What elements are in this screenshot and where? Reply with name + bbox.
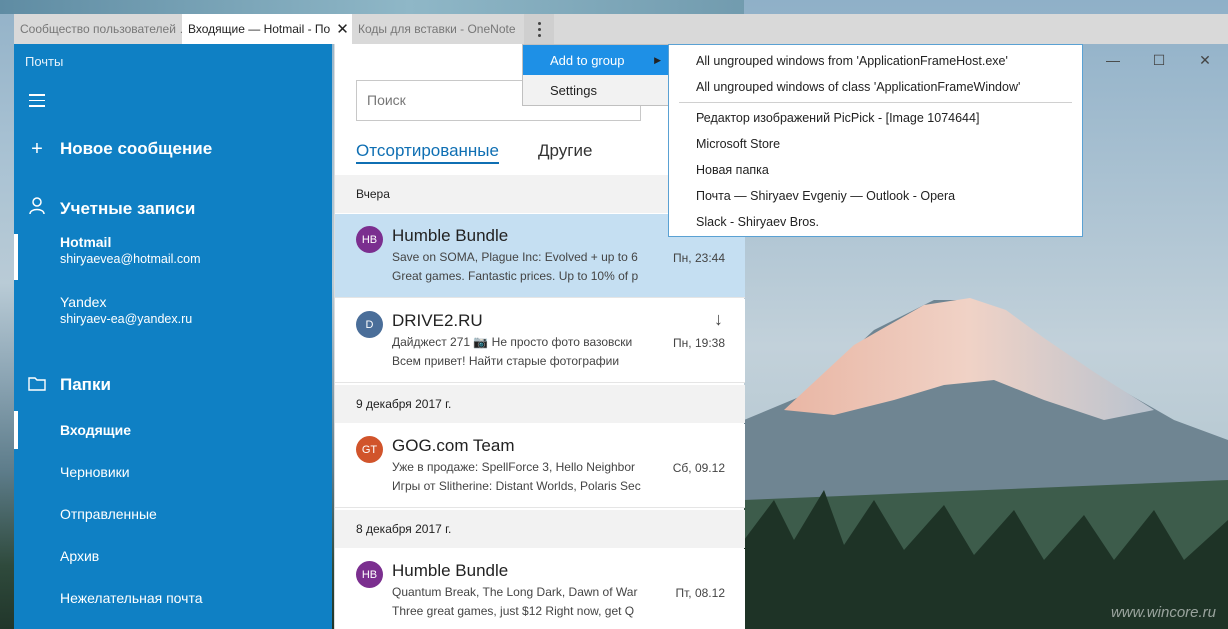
avatar: HB [356, 226, 383, 253]
account-hotmail[interactable]: Hotmail shiryaevea@hotmail.com [14, 234, 332, 280]
account-yandex[interactable]: Yandex shiryaev-ea@yandex.ru [14, 294, 332, 340]
message-date: Пн, 19:38 [673, 336, 725, 350]
menu-separator [679, 102, 1072, 103]
message-preview: Всем привет! Найти старые фотографии [392, 354, 620, 368]
watermark: www.wincore.ru [1110, 604, 1216, 621]
tab-onenote[interactable]: Коды для вставки - OneNote [352, 14, 524, 44]
message-item[interactable]: D DRIVE2.RU ↓ Дайджест 271 📷 Не просто ф… [335, 299, 745, 383]
account-email: shiryaev-ea@yandex.ru [60, 312, 193, 326]
more-options-icon[interactable] [524, 14, 554, 44]
avatar: D [356, 311, 383, 338]
accounts-label: Учетные записи [60, 199, 196, 218]
tab-inbox-hotmail[interactable]: Входящие — Hotmail - По ✕ [182, 14, 352, 44]
message-subject: Дайджест 271 📷 Не просто фото вазовски [392, 335, 633, 349]
hamburger-menu-icon[interactable] [29, 94, 45, 111]
account-name: Hotmail [60, 234, 112, 250]
date-group-header: 9 декабря 2017 г. [335, 385, 745, 423]
plus-icon: + [31, 137, 43, 160]
message-preview: Игры от Slitherine: Distant Worlds, Pola… [392, 479, 641, 493]
menu-item-label: Add to group [550, 52, 625, 68]
folder-junk[interactable]: Нежелательная почта [14, 579, 332, 617]
folder-sent[interactable]: Отправленные [14, 495, 332, 533]
message-sender: DRIVE2.RU [392, 311, 483, 330]
sidebar: Почты + Новое сообщение Учетные записи H… [14, 44, 332, 629]
minimize-icon[interactable]: — [1090, 44, 1136, 76]
account-email: shiryaevea@hotmail.com [60, 252, 201, 266]
message-date: Пт, 08.12 [675, 586, 726, 600]
folders-label: Папки [60, 375, 111, 394]
submenu-item-new-folder[interactable]: Новая папка [669, 157, 1082, 183]
message-date: Пн, 23:44 [673, 251, 725, 265]
account-name: Yandex [60, 294, 107, 310]
submenu-item-appframehost[interactable]: All ungrouped windows from 'ApplicationF… [669, 48, 1082, 74]
message-item[interactable]: GT GOG.com Team Уже в продаже: SpellForc… [335, 424, 745, 508]
submenu-item-opera-mail[interactable]: Почта — Shiryaev Evgeniy — Outlook - Ope… [669, 183, 1082, 209]
tab-label: Сообщество пользователей … [20, 22, 182, 36]
date-group-header: 8 декабря 2017 г. [335, 510, 745, 548]
folder-archive[interactable]: Архив [14, 537, 332, 575]
message-sender: GOG.com Team [392, 436, 515, 455]
submenu-item-appframewindow[interactable]: All ungrouped windows of class 'Applicat… [669, 74, 1082, 100]
message-subject: Уже в продаже: SpellForce 3, Hello Neigh… [392, 460, 636, 474]
add-to-group-menu-item[interactable]: Add to group ▶ [523, 45, 669, 75]
submenu-item-ms-store[interactable]: Microsoft Store [669, 131, 1082, 157]
window-tab-bar: Сообщество пользователей … Входящие — Ho… [14, 14, 1228, 44]
person-icon [14, 197, 60, 221]
context-menu: Add to group ▶ Settings [522, 44, 670, 106]
submenu-arrow-icon: ▶ [654, 54, 661, 65]
tab-label: Коды для вставки - OneNote [358, 22, 516, 36]
submenu-item-picpick[interactable]: Редактор изображений PicPick - [Image 10… [669, 105, 1082, 131]
folders-header[interactable]: Папки [14, 373, 332, 397]
add-to-group-submenu: All ungrouped windows from 'ApplicationF… [668, 44, 1083, 237]
download-icon[interactable]: ↓ [714, 309, 723, 330]
close-window-icon[interactable]: ✕ [1182, 44, 1228, 76]
folder-icon [14, 374, 60, 397]
folder-drafts[interactable]: Черновики [14, 453, 332, 491]
message-date: Сб, 09.12 [672, 461, 725, 475]
app-title: Почты [25, 54, 64, 69]
tab-community[interactable]: Сообщество пользователей … [14, 14, 182, 44]
message-subject: Save on SOMA, Plague Inc: Evolved + up t… [392, 250, 638, 264]
tab-focused[interactable]: Отсортированные [356, 141, 499, 164]
close-tab-icon[interactable]: ✕ [336, 20, 349, 38]
menu-item-label: Settings [550, 82, 597, 98]
settings-menu-item[interactable]: Settings [523, 75, 669, 105]
message-item[interactable]: HB Humble Bundle Quantum Break, The Long… [335, 549, 745, 629]
message-subject: Quantum Break, The Long Dark, Dawn of Wa… [392, 585, 638, 599]
tab-label: Входящие — Hotmail - По [188, 22, 331, 36]
submenu-item-slack[interactable]: Slack - Shiryaev Bros. [669, 209, 1082, 235]
maximize-icon[interactable]: ☐ [1136, 44, 1182, 76]
message-sender: Humble Bundle [392, 561, 509, 580]
new-message-button[interactable]: + Новое сообщение [14, 137, 332, 161]
message-preview: Three great games, just $12 Right now, g… [392, 604, 635, 618]
new-message-label: Новое сообщение [60, 139, 213, 158]
avatar: HB [356, 561, 383, 588]
accounts-header[interactable]: Учетные записи [14, 197, 332, 221]
window-controls: — ☐ ✕ [1088, 44, 1228, 76]
avatar: GT [356, 436, 383, 463]
message-sender: Humble Bundle [392, 226, 509, 245]
message-preview: Great games. Fantastic prices. Up to 10%… [392, 269, 639, 283]
folder-inbox[interactable]: Входящие [14, 411, 332, 449]
tab-other[interactable]: Другие [538, 141, 592, 161]
